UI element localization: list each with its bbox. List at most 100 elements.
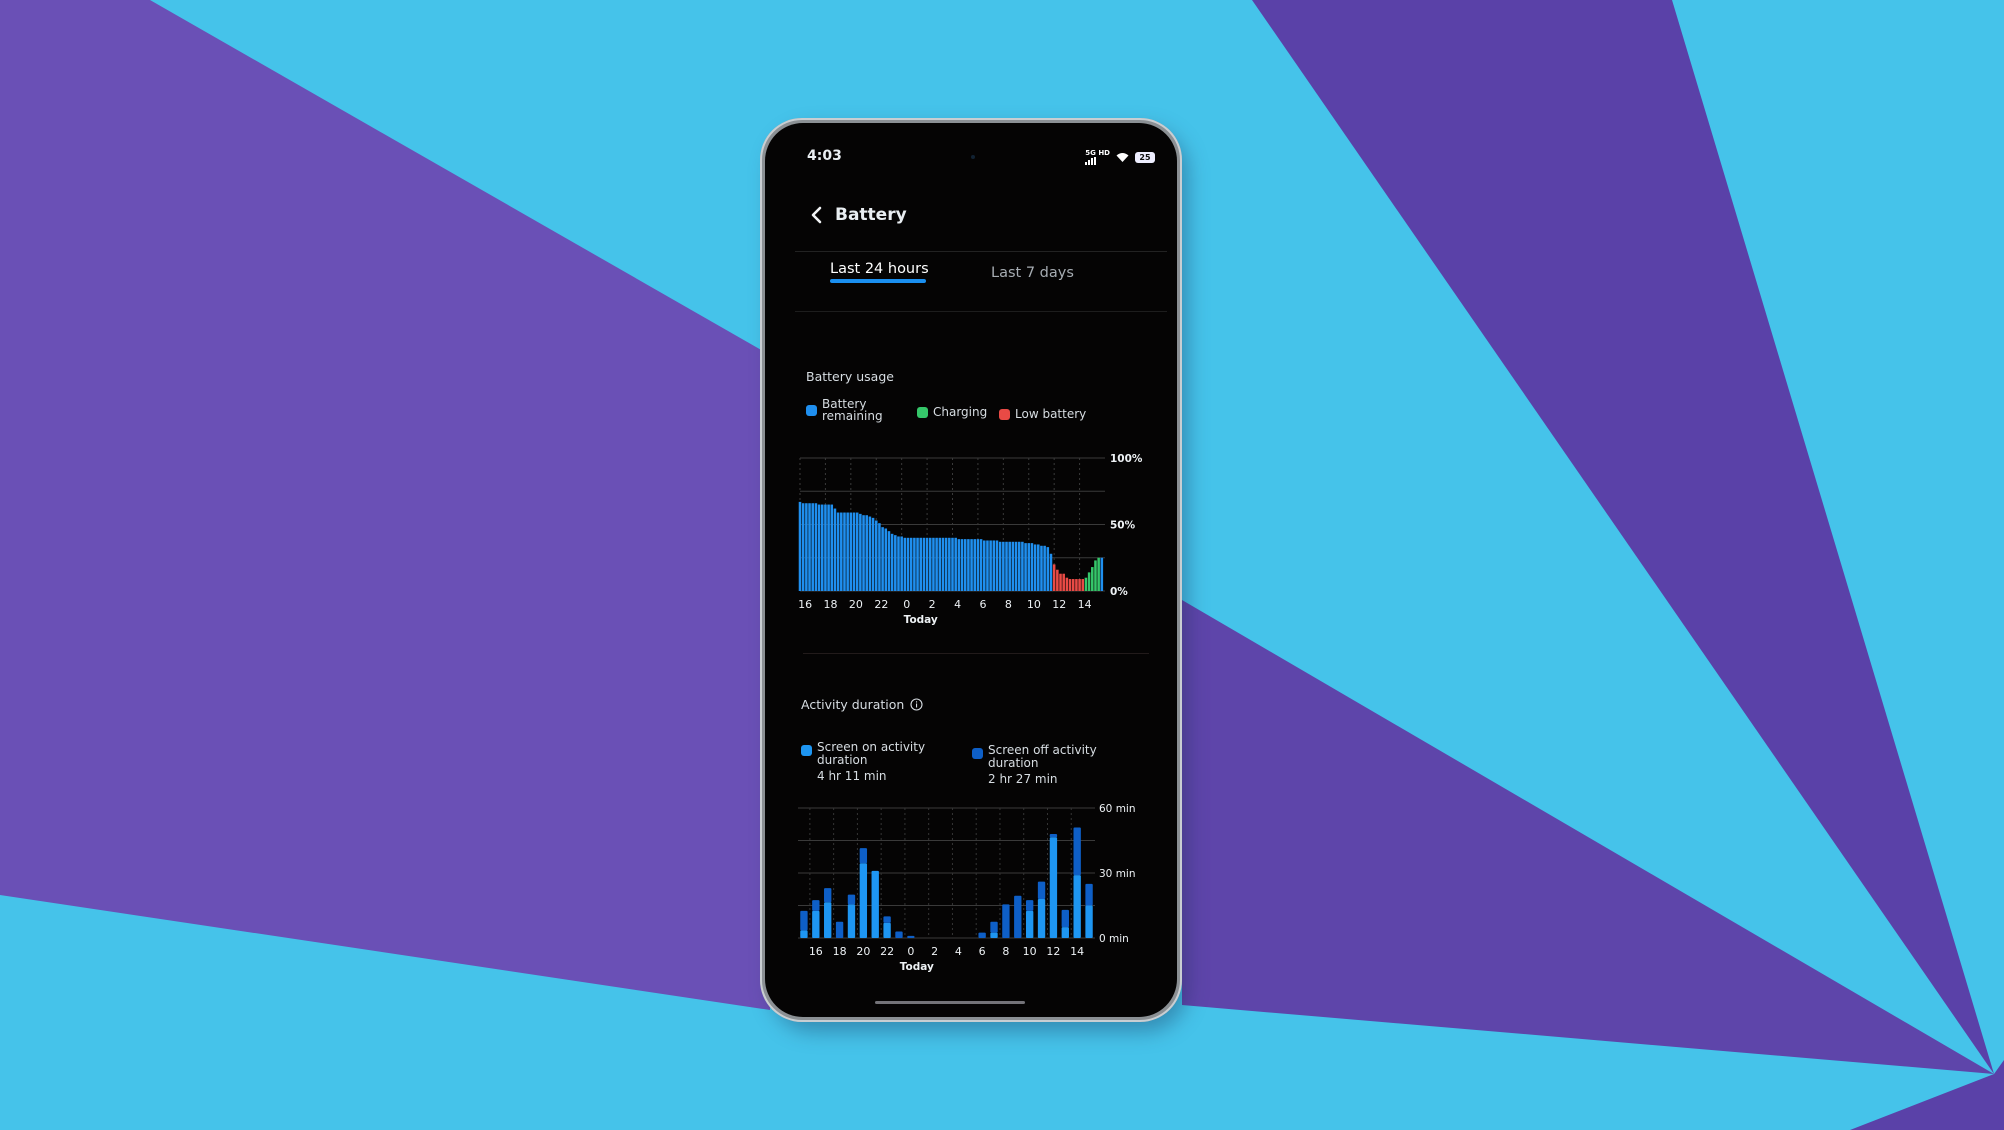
screen-off-bar: [883, 916, 891, 923]
back-button[interactable]: [805, 203, 829, 227]
battery-bar: [954, 537, 957, 591]
active-tab-indicator: [830, 279, 926, 283]
battery-bar: [919, 537, 922, 591]
y-tick-label: 100%: [1110, 453, 1143, 465]
battery-bar: [1008, 541, 1011, 591]
screen-off-bar: [990, 921, 998, 933]
x-tick-label: 22: [874, 598, 888, 611]
page-title: Battery: [835, 205, 907, 225]
tab-last-7-days[interactable]: Last 7 days: [991, 265, 1074, 281]
x-tick-label: 14: [1078, 598, 1092, 611]
legend-label: Low battery: [1015, 407, 1087, 421]
battery-bar: [960, 539, 964, 591]
screen-off-bar: [1061, 909, 1069, 928]
battery-bar: [811, 503, 814, 591]
battery-bar: [827, 504, 830, 591]
battery-bar: [983, 540, 986, 591]
divider: [803, 653, 1149, 654]
x-tick-label: 14: [1070, 945, 1084, 958]
x-tick-label: 6: [980, 598, 987, 611]
battery-bar: [998, 541, 1002, 591]
screen-off-bar: [812, 900, 820, 911]
battery-bar: [814, 503, 818, 591]
legend-battery-remaining: Battery remaining: [806, 398, 883, 422]
battery-bar: [1081, 579, 1085, 591]
x-tick-label: 18: [833, 945, 847, 958]
battery-usage-title: Battery usage: [806, 369, 894, 384]
battery-bar: [1046, 547, 1050, 591]
battery-bar: [1037, 544, 1040, 591]
battery-bar: [973, 539, 977, 591]
info-icon[interactable]: [910, 698, 923, 711]
x-tick-label: 6: [979, 945, 986, 958]
battery-bar: [1033, 544, 1037, 591]
battery-bar: [948, 537, 951, 591]
screen-off-bar: [1014, 895, 1022, 938]
screen-on-bar: [1037, 899, 1046, 938]
battery-bar: [995, 540, 999, 591]
battery-bar: [1091, 567, 1094, 591]
battery-bar: [906, 537, 910, 591]
battery-bar: [836, 512, 840, 591]
battery-bar: [1065, 577, 1069, 591]
screen-off-bar: [895, 931, 903, 938]
battery-bar: [871, 517, 875, 591]
legend-swatch: [972, 748, 983, 759]
battery-bar: [1040, 545, 1043, 591]
legend-low-battery: Low battery: [999, 408, 1086, 420]
tab-last-24-hours[interactable]: Last 24 hours: [830, 261, 929, 277]
screen-off-bar: [835, 921, 844, 938]
battery-bar: [808, 503, 811, 591]
front-camera: [971, 155, 975, 159]
battery-bar: [852, 512, 856, 591]
legend-label: Screen off activity duration 2 hr 27 min: [988, 744, 1097, 786]
screen-off-bar: [978, 932, 986, 938]
screen-on-bar: [871, 870, 879, 938]
signal-icon: 5G HD: [1085, 150, 1110, 165]
screen-on-bar: [1061, 927, 1069, 938]
battery-bar: [862, 515, 865, 591]
screen-off-bar: [824, 888, 832, 903]
screen-on-bar: [1025, 910, 1034, 938]
battery-bar: [1094, 560, 1097, 591]
battery-bar: [846, 512, 849, 591]
status-icons: 5G HD 25: [1085, 150, 1155, 165]
legend-screen-off: Screen off activity duration 2 hr 27 min: [972, 744, 1097, 786]
battery-bar: [1049, 553, 1053, 591]
y-tick-label: 0 min: [1099, 933, 1129, 945]
screen-on-bar: [859, 863, 868, 938]
legend-label-line2: remaining: [822, 409, 883, 423]
battery-bar: [849, 512, 853, 591]
x-tick-label: 20: [849, 598, 863, 611]
x-tick-label: 2: [929, 598, 936, 611]
battery-bar: [922, 537, 926, 591]
legend-swatch: [917, 406, 928, 418]
screen-on-duration-value: 4 hr 11 min: [817, 769, 887, 783]
battery-bar: [970, 539, 973, 591]
battery-bar: [897, 536, 900, 591]
legend-swatch: [999, 408, 1010, 420]
y-tick-label: 0%: [1110, 586, 1128, 598]
today-label: Today: [904, 614, 938, 626]
home-indicator[interactable]: [875, 1001, 1025, 1004]
screen-off-bar: [859, 848, 868, 864]
screen-off-bar: [1037, 881, 1046, 899]
battery-bar: [992, 540, 996, 591]
screen-on-bar: [1049, 837, 1058, 938]
battery-bar: [938, 537, 942, 591]
battery-bar: [830, 504, 834, 591]
battery-bar: [916, 537, 919, 591]
screen-on-bar: [847, 904, 856, 938]
battery-bar: [868, 516, 872, 591]
x-tick-label: 20: [856, 945, 870, 958]
battery-bar: [932, 537, 935, 591]
battery-bar: [894, 535, 897, 591]
x-tick-label: 12: [1046, 945, 1060, 958]
battery-bar: [1027, 543, 1031, 591]
y-tick-label: 30 min: [1099, 868, 1136, 880]
battery-bar: [944, 537, 948, 591]
battery-bar: [1011, 541, 1015, 591]
y-tick-label: 60 min: [1099, 803, 1136, 815]
legend-screen-on: Screen on activity duration 4 hr 11 min: [801, 741, 925, 783]
screen-on-bar: [1073, 875, 1081, 938]
